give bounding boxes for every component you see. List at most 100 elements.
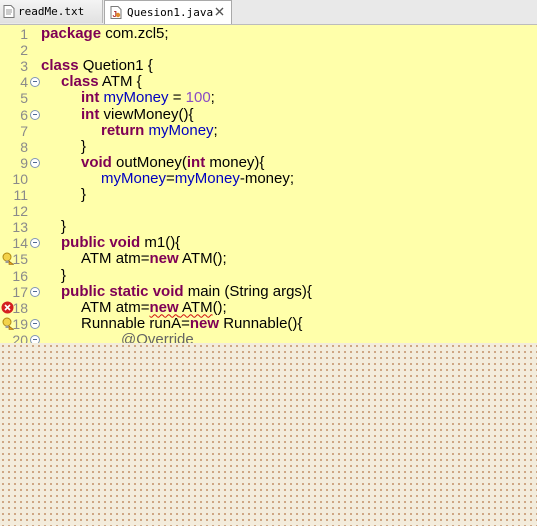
- line-number: 17: [12, 283, 28, 300]
- code-token: =: [168, 89, 186, 107]
- code-token: static: [109, 282, 149, 300]
- code-token: new: [149, 298, 179, 316]
- fold-toggle-icon[interactable]: [30, 286, 40, 297]
- code-text: return myMoney;: [101, 121, 218, 139]
- code-token: public: [61, 282, 106, 300]
- code-text: void outMoney(int money){: [81, 153, 265, 171]
- code-text: class Quetion1 {: [41, 58, 153, 74]
- fold-toggle-icon[interactable]: [30, 238, 40, 249]
- code-token: @Override: [121, 330, 194, 343]
- code-token: 100: [185, 89, 211, 107]
- fold-toggle-icon[interactable]: [30, 318, 40, 329]
- code-text: ATM atm=new ATM();: [81, 298, 227, 316]
- error-icon[interactable]: [1, 301, 14, 314]
- code-line: 13}: [0, 219, 537, 236]
- warning-lightbulb-icon[interactable]: [1, 252, 14, 266]
- code-token: main (String args){: [183, 282, 312, 300]
- code-token: outMoney(: [111, 153, 187, 171]
- code-editor[interactable]: 1 package com.zcl5; 2 3 class Quetion1 {4 cla…: [0, 25, 537, 343]
- line-number: 4: [20, 74, 28, 91]
- code-text: ATM atm=new ATM();: [81, 251, 227, 267]
- code-token: ATM atm=: [81, 298, 150, 316]
- code-line: 17 public static void main (String args){: [0, 282, 537, 300]
- line-number: 20: [12, 331, 28, 343]
- code-token: viewMoney(){: [99, 105, 194, 123]
- code-text: package com.zcl5;: [41, 26, 169, 42]
- code-line: 2: [0, 42, 537, 58]
- fold-toggle-icon[interactable]: [30, 157, 40, 168]
- code-line: 1 package com.zcl5;: [0, 26, 537, 43]
- code-token: }: [81, 186, 87, 203]
- line-number: 12: [12, 203, 28, 220]
- code-line: 20 @Override: [0, 330, 537, 343]
- code-line: 3 class Quetion1 {: [0, 58, 537, 75]
- code-token: Quetion1 {: [78, 57, 153, 75]
- code-token: int: [81, 105, 100, 123]
- line-number: 9: [20, 154, 28, 171]
- code-line: 19 Runnable runA=new Runnable(){: [0, 314, 537, 332]
- code-token: void: [152, 282, 184, 300]
- code-line: 12: [0, 203, 537, 219]
- code-line: 9 void outMoney(int money){: [0, 153, 537, 171]
- code-line: 14 public void m1(){: [0, 235, 537, 252]
- fold-toggle-icon[interactable]: [30, 77, 40, 88]
- code-text: @Override: [121, 330, 194, 343]
- code-token: =: [166, 169, 175, 187]
- code-line: 5 int myMoney = 100;: [0, 90, 537, 107]
- code-text: Runnable runA=new Runnable(){: [81, 314, 303, 332]
- code-token: Runnable runA=: [81, 314, 190, 332]
- java-file-icon: J: [110, 6, 122, 19]
- code-text: }: [61, 219, 66, 235]
- code-token: myMoney: [103, 89, 169, 107]
- line-number: 10: [12, 170, 28, 187]
- code-token: ATM: [178, 298, 213, 316]
- tab-label: Quesion1.java: [127, 6, 214, 19]
- line-number: 14: [12, 235, 28, 252]
- code-token: }: [81, 137, 87, 155]
- code-token: myMoney: [148, 121, 214, 139]
- code-line: 4 class ATM {: [0, 74, 537, 91]
- code-token: class: [61, 73, 99, 91]
- warning-lightbulb-icon[interactable]: [1, 317, 14, 330]
- code-token: com.zcl5;: [101, 25, 169, 42]
- code-line: 15 ATM atm=new ATM();: [0, 251, 537, 267]
- code-token: package: [41, 25, 102, 42]
- code-text: class ATM {: [61, 74, 142, 90]
- code-text: public void m1(){: [61, 235, 180, 251]
- code-token: -money;: [239, 169, 295, 187]
- line-number: 6: [20, 106, 28, 123]
- code-token: class: [41, 57, 79, 75]
- code-text: }: [81, 187, 86, 203]
- editor-tab-bar: readMe.txt J Quesion1.java: [0, 0, 537, 25]
- code-line: 18 ATM atm=new ATM();: [0, 298, 537, 316]
- line-number: 13: [12, 219, 28, 236]
- code-token: }: [61, 266, 67, 284]
- code-token: ;: [213, 121, 218, 139]
- code-text: }: [81, 137, 87, 155]
- tab-readme[interactable]: readMe.txt: [0, 0, 103, 23]
- code-token: return: [101, 121, 145, 139]
- code-text: int myMoney = 100;: [81, 90, 215, 106]
- code-token: myMoney: [174, 169, 240, 187]
- tab-quesion1-java[interactable]: J Quesion1.java: [104, 0, 232, 24]
- line-number: 1: [20, 26, 28, 42]
- code-token: }: [61, 218, 67, 236]
- code-token: money){: [205, 153, 265, 171]
- code-token: m1(){: [140, 234, 181, 252]
- fold-toggle-icon[interactable]: [30, 109, 40, 120]
- code-text: int viewMoney(){: [81, 105, 194, 123]
- close-icon[interactable]: [214, 6, 225, 17]
- code-text: myMoney=myMoney-money;: [101, 169, 295, 187]
- code-token: new: [149, 250, 179, 268]
- line-number: 11: [13, 187, 28, 203]
- line-number: 16: [12, 267, 28, 284]
- code-text: }: [61, 266, 67, 284]
- code-text: public static void main (String args){: [61, 282, 312, 300]
- code-token: int: [81, 89, 100, 107]
- code-token: void: [109, 234, 141, 252]
- code-token: Runnable(){: [219, 314, 303, 332]
- code-token: new: [189, 314, 220, 332]
- fold-toggle-icon[interactable]: [30, 334, 40, 343]
- code-line: 8}: [0, 137, 537, 155]
- tab-label: readMe.txt: [18, 5, 85, 18]
